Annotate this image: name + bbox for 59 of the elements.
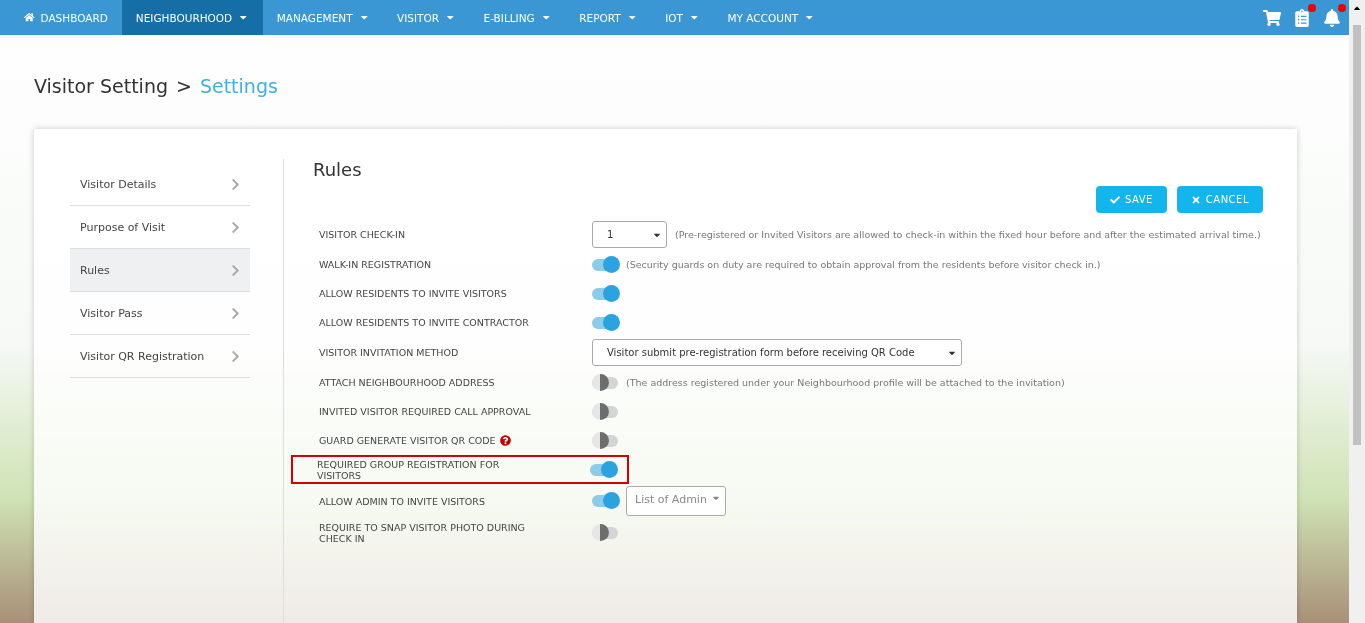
chevron-icon — [229, 220, 242, 234]
sidebar-item[interactable]: Rules — [70, 249, 250, 292]
sidebar-item[interactable]: Visitor Pass — [70, 292, 250, 335]
breadcrumb-parent[interactable]: Visitor Setting — [34, 75, 168, 97]
nav-item[interactable]: VISITOR — [383, 0, 470, 35]
cancel-button[interactable]: CANCEL — [1176, 186, 1263, 213]
toggle-switch[interactable] — [592, 316, 618, 329]
toggle-switch[interactable] — [592, 405, 618, 418]
rule-label: ALLOW ADMIN TO INVITE VISITORS — [319, 495, 485, 507]
section-title: Rules — [313, 159, 363, 180]
rule-label: ALLOW RESIDENTS TO INVITE CONTRACTOR — [319, 317, 529, 328]
hour-select[interactable]: 1 — [592, 221, 667, 248]
rule-label: REQUIRED GROUP REGISTRATION FOR VISITORS — [317, 458, 501, 481]
rule-note: (Pre-registered or Invited Visitors are allowed to check-in within the fixed hour before and after the estimated arrival time.) — [675, 229, 1261, 240]
toggle-switch[interactable] — [590, 463, 616, 476]
scrollbar[interactable] — [1349, 0, 1365, 623]
bell-icon — [1323, 8, 1341, 27]
nav-item[interactable]: MY ACCOUNT — [713, 0, 829, 35]
rule-label: VISITOR INVITATION METHOD — [319, 347, 459, 358]
toggle-switch[interactable] — [592, 495, 618, 507]
chevron-icon — [229, 177, 242, 191]
cart-icon — [1263, 8, 1281, 27]
breadcrumb-separator: > — [176, 75, 192, 97]
breadcrumb-current: Settings — [199, 75, 278, 97]
rule-label: GUARD GENERATE VISITOR QR CODE — [319, 435, 496, 446]
chevron-icon — [229, 306, 242, 320]
rule-label: INVITED VISITOR REQUIRED CALL APPROVAL — [319, 406, 531, 417]
nav-item[interactable]: E-BILLING — [469, 0, 566, 35]
sidebar-item[interactable]: Visitor Details — [70, 163, 250, 206]
nav-item[interactable]: REPORT — [565, 0, 652, 35]
nav-item[interactable]: DASHBOARD — [10, 0, 122, 35]
rule-label: WALK-IN REGISTRATION — [319, 259, 432, 270]
home-icon — [24, 12, 35, 23]
chevron-icon — [229, 263, 242, 277]
sidebar-item[interactable]: Visitor QR Registration — [70, 335, 250, 378]
toggle-switch[interactable] — [592, 434, 618, 447]
rule-label: VISITOR CHECK-IN — [319, 229, 405, 240]
close-icon — [1190, 194, 1201, 205]
toggle-switch[interactable] — [592, 287, 618, 300]
rule-label: REQUIRE TO SNAP VISITOR PHOTO DURING CHECK IN — [319, 521, 526, 544]
notification-dot — [1338, 3, 1346, 12]
admin-select[interactable]: List of Admin — [626, 486, 726, 516]
method-select[interactable]: Visitor submit pre-registration form before receiving QR Code — [592, 339, 962, 366]
nav-item[interactable]: NEIGHBOURHOOD — [121, 0, 263, 35]
toggle-switch[interactable] — [592, 258, 618, 271]
help-icon[interactable] — [499, 435, 511, 446]
rule-label: ALLOW RESIDENTS TO INVITE VISITORS — [319, 288, 507, 299]
notification-dot — [1308, 3, 1316, 12]
rule-note: (Security guards on duty are required to obtain approval from the residents before visitor check in.) — [626, 259, 1101, 270]
check-icon — [1109, 194, 1120, 205]
nav-item[interactable]: MANAGEMENT — [262, 0, 384, 35]
clipboard-icon — [1293, 8, 1311, 27]
toggle-switch[interactable] — [592, 526, 618, 539]
rule-label: ATTACH NEIGHBOURHOOD ADDRESS — [319, 377, 495, 388]
rule-note: (The address registered under your Neighbourhood profile will be attached to the invitation) — [626, 377, 1065, 388]
toggle-switch[interactable] — [592, 376, 618, 389]
chevron-icon — [229, 349, 242, 363]
save-button[interactable]: SAVE — [1095, 186, 1167, 213]
nav-item[interactable]: IOT — [651, 0, 714, 35]
